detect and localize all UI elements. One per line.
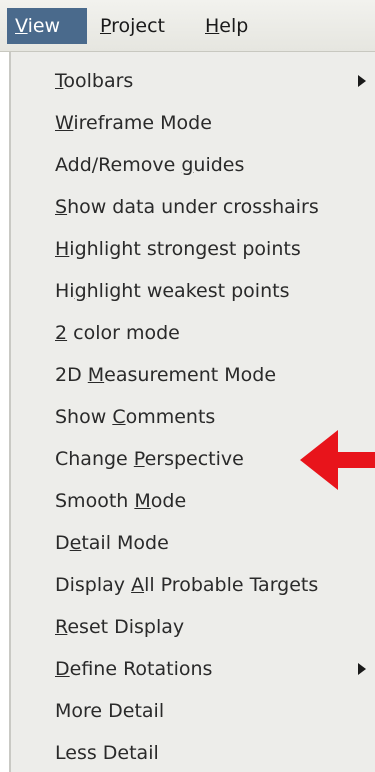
menu-item-label: easurement Mode	[104, 364, 277, 386]
menu-item-label: oolbars	[63, 70, 134, 92]
menu-item-label: ll Probable Targets	[144, 574, 319, 596]
menu-item-label: color mode	[67, 322, 180, 344]
menu-item-label: D	[55, 532, 70, 554]
menu-item-wireframe-mode[interactable]: Wireframe Mode	[55, 105, 375, 141]
menu-item-2d-measurement-mode[interactable]: 2D Measurement Mode	[55, 357, 375, 393]
menu-help-mnemonic: H	[205, 15, 220, 37]
menu-view[interactable]: View	[7, 8, 87, 44]
menu-item-label: More Detail	[55, 700, 165, 722]
menu-view-mnemonic: V	[15, 15, 28, 37]
menu-item-detail-mode[interactable]: Detail Mode	[55, 525, 375, 561]
menu-item-mnemonic: A	[131, 574, 145, 596]
menu-item-label: hlight weakest points	[86, 280, 290, 302]
menu-item-highlight-weakest-points[interactable]: Highlight weakest points	[55, 273, 375, 309]
menu-view-label-post: iew	[27, 15, 61, 37]
menu-item-reset-display[interactable]: Reset Display	[55, 609, 375, 645]
menu-item-label: eset Display	[67, 616, 185, 638]
menu-item-label: 2D	[55, 364, 88, 386]
menu-item-label: uides	[193, 154, 245, 176]
menu-item-more-detail[interactable]: More Detail	[55, 693, 375, 729]
menu-item-label: ighlight strongest points	[69, 238, 301, 260]
menu-item-label: erspective	[144, 448, 244, 470]
menu-help[interactable]: Help	[197, 8, 267, 44]
menu-item-2-color-mode[interactable]: 2 color mode	[55, 315, 375, 351]
menu-item-label: Smooth	[55, 490, 135, 512]
menu-item-mnemonic: P	[133, 448, 145, 470]
menu-item-mnemonic: R	[55, 616, 68, 638]
menu-item-highlight-strongest-points[interactable]: Highlight strongest points	[55, 231, 375, 267]
menu-item-mnemonic: g	[74, 280, 87, 302]
menu-help-label-post: elp	[219, 15, 249, 37]
menu-item-mnemonic: e	[69, 532, 82, 554]
menu-item-display-all-probable-targets[interactable]: Display All Probable Targets	[55, 567, 375, 603]
menu-item-mnemonic: S	[55, 196, 68, 218]
menubar: View Project Help	[0, 0, 375, 52]
menu-project-mnemonic: P	[100, 15, 112, 37]
menu-item-mnemonic: M	[87, 364, 105, 386]
menu-item-toolbars[interactable]: Toolbars	[55, 63, 375, 99]
menu-item-mnemonic: H	[55, 238, 70, 260]
menu-project-label-post: roject	[111, 15, 166, 37]
menu-item-label: omments	[125, 406, 216, 428]
view-menu-dropdown: Toolbars Wireframe Mode Add/Remove guide…	[9, 52, 375, 772]
menu-item-mnemonic: g	[181, 154, 194, 176]
menu-item-label: Add/Remove	[55, 154, 182, 176]
menu-item-define-rotations[interactable]: Define Rotations	[55, 651, 375, 687]
menu-item-label: Display	[55, 574, 132, 596]
menu-item-label: Change	[55, 448, 134, 470]
submenu-arrow-icon	[358, 663, 366, 675]
menu-item-label: Less Detail	[55, 742, 159, 764]
menu-item-add-remove-guides[interactable]: Add/Remove guides	[55, 147, 375, 183]
menu-item-mnemonic: M	[134, 490, 151, 512]
menu-item-mnemonic: D	[55, 658, 70, 680]
menu-item-show-data-under-crosshairs[interactable]: Show data under crosshairs	[55, 189, 375, 225]
red-arrow-icon	[300, 430, 375, 490]
menu-item-less-detail[interactable]: Less Detail	[55, 735, 375, 771]
menu-item-label: tail Mode	[81, 532, 169, 554]
menu-item-mnemonic: 2	[55, 322, 68, 344]
menu-project[interactable]: Project	[92, 8, 190, 44]
menu-item-label: how data under crosshairs	[67, 196, 319, 218]
menu-item-label: ode	[150, 490, 187, 512]
menu-item-mnemonic: C	[112, 406, 126, 428]
menu-item-label: efine Rotations	[69, 658, 213, 680]
submenu-arrow-icon	[358, 75, 366, 87]
menu-item-mnemonic: W	[55, 112, 74, 134]
menu-item-label: ireframe Mode	[73, 112, 212, 134]
menu-item-label: Show	[55, 406, 113, 428]
menu-item-label: Hi	[55, 280, 75, 302]
